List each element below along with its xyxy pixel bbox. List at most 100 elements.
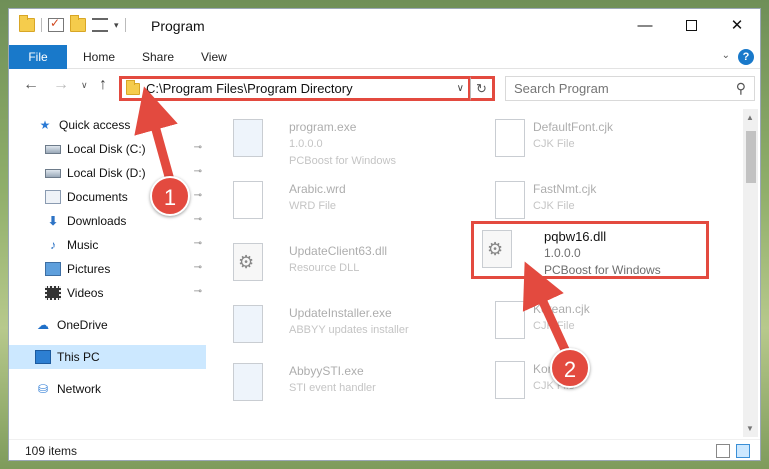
pin-icon[interactable]: ⊸ <box>194 238 202 249</box>
scroll-up-icon[interactable]: ▲ <box>746 113 754 122</box>
pictures-icon <box>45 262 61 276</box>
pin-icon[interactable]: ⊸ <box>194 190 202 201</box>
expand-ribbon-icon[interactable]: ⌄ <box>722 50 730 61</box>
documents-icon <box>45 190 61 204</box>
quick-access-toolbar: ▾ <box>19 15 126 32</box>
file-name: pqbw16.dll <box>544 229 607 244</box>
window-title: Program <box>151 18 205 34</box>
search-input[interactable] <box>514 81 724 96</box>
file-item-program-exe[interactable]: program.exe 1.0.0.0 PCBoost for Windows <box>209 113 449 167</box>
tiles-view-icon[interactable] <box>736 444 750 458</box>
star-icon: ★ <box>39 118 51 132</box>
file-icon <box>495 361 525 399</box>
pin-icon[interactable]: ⊸ <box>194 166 202 177</box>
pin-icon[interactable]: ⊸ <box>194 262 202 273</box>
address-bar[interactable]: C:\Program Files\Program Directory ∨ <box>119 76 471 101</box>
step-1-badge: 1 <box>150 176 190 216</box>
file-item-updateinstaller-exe[interactable]: UpdateInstaller.exe ABBYY updates instal… <box>209 299 449 351</box>
pin-icon[interactable]: ⊸ <box>194 214 202 225</box>
sidebar-item-label: Videos <box>67 286 104 300</box>
dll-file-icon <box>233 243 263 281</box>
onedrive-icon: ☁ <box>37 318 49 332</box>
sidebar-item-label: Local Disk (C:) <box>67 142 146 156</box>
sidebar-item-label: OneDrive <box>57 318 108 332</box>
file-item-korean-cjk-2[interactable]: Korean.cjk CJK File <box>471 355 711 407</box>
file-item-korean-cjk[interactable]: Korean.cjk CJK File <box>471 295 711 347</box>
sidebar-item-label: This PC <box>57 350 100 364</box>
maximize-icon <box>685 19 697 31</box>
sidebar-item-quick-access[interactable]: ★ Quick access <box>9 113 206 137</box>
tab-file[interactable]: File <box>9 45 67 69</box>
file-version: 1.0.0.0 <box>544 246 581 260</box>
scroll-thumb[interactable] <box>746 131 756 183</box>
file-item-fastnmt-cjk[interactable]: FastNmt.cjk CJK File <box>471 175 711 227</box>
exe-file-icon <box>233 119 263 157</box>
dll-file-icon <box>482 230 512 268</box>
sidebar-item-label: Downloads <box>67 214 127 228</box>
file-item-pqbw16-dll[interactable]: pqbw16.dll 1.0.0.0 PCBoost for Windows <box>474 224 714 277</box>
address-dropdown-icon[interactable]: ∨ <box>457 83 464 94</box>
sidebar-item-local-disk-c[interactable]: Local Disk (C:) ⊸ <box>9 137 206 161</box>
exe-file-icon <box>233 363 263 401</box>
status-bar: 109 items <box>9 439 760 460</box>
file-detail: WRD File <box>289 200 337 212</box>
vertical-scrollbar[interactable]: ▲ ▼ <box>743 109 758 437</box>
recent-locations-button[interactable]: ∨ <box>81 80 88 91</box>
file-icon <box>495 301 525 339</box>
tab-share[interactable]: Share <box>142 45 174 69</box>
address-row: ← → ∨ ↑ C:\Program Files\Program Directo… <box>9 71 760 103</box>
search-box[interactable]: ⚲ <box>505 76 755 101</box>
file-detail: PCBoost for Windows <box>289 155 396 167</box>
tab-home[interactable]: Home <box>83 45 115 69</box>
properties-check-icon[interactable] <box>48 16 64 32</box>
refresh-button[interactable]: ↻ <box>470 76 495 101</box>
sidebar-item-music[interactable]: ♪ Music ⊸ <box>9 233 206 257</box>
maximize-button[interactable] <box>668 9 714 41</box>
forward-button[interactable]: → <box>53 76 69 94</box>
file-detail: 1.0.0.0 <box>289 138 323 150</box>
sidebar-item-this-pc[interactable]: This PC <box>9 345 206 369</box>
sidebar-item-label: Quick access <box>59 118 131 132</box>
sidebar-item-pictures[interactable]: Pictures ⊸ <box>9 257 206 281</box>
file-detail: CJK File <box>533 320 575 332</box>
file-item-defaultfont-cjk[interactable]: DefaultFont.cjk CJK File <box>471 113 711 165</box>
qat-dropdown-icon[interactable]: ▾ <box>114 20 119 31</box>
back-button[interactable]: ← <box>23 76 39 94</box>
pin-icon[interactable]: ⊸ <box>194 142 202 153</box>
pin-icon[interactable]: ⊸ <box>194 286 202 297</box>
file-icon <box>495 119 525 157</box>
scroll-down-icon[interactable]: ▼ <box>746 424 754 433</box>
highlighted-file-box: pqbw16.dll 1.0.0.0 PCBoost for Windows <box>471 221 709 279</box>
close-button[interactable]: ✕ <box>714 9 760 41</box>
navigation-pane: ★ Quick access Local Disk (C:) ⊸ Local D… <box>9 109 206 437</box>
file-name: UpdateInstaller.exe <box>289 306 392 320</box>
file-company: PCBoost for Windows <box>544 263 661 277</box>
search-icon[interactable]: ⚲ <box>736 80 746 97</box>
network-icon: ⛁ <box>37 382 49 396</box>
new-folder-icon[interactable] <box>70 15 86 32</box>
details-view-icon[interactable] <box>716 444 730 458</box>
file-name: AbbyySTI.exe <box>289 364 364 378</box>
sidebar-item-network[interactable]: ⛁ Network <box>9 377 206 401</box>
disk-icon <box>45 168 61 178</box>
sidebar-item-label: Music <box>67 238 99 252</box>
file-name: UpdateClient63.dll <box>289 244 388 258</box>
tab-view[interactable]: View <box>201 45 227 69</box>
sidebar-item-label: Documents <box>67 190 128 204</box>
minimize-button[interactable]: — <box>622 9 668 41</box>
file-name: Korean.cjk <box>533 302 590 316</box>
address-path[interactable]: C:\Program Files\Program Directory <box>146 81 457 96</box>
file-name: DefaultFont.cjk <box>533 120 614 134</box>
up-button[interactable]: ↑ <box>99 76 107 94</box>
file-item-arabic-wrd[interactable]: Arabic.wrd WRD File <box>209 175 449 227</box>
file-icon <box>233 181 263 219</box>
folder-icon <box>19 15 35 32</box>
file-detail: Resource DLL <box>289 262 360 274</box>
sidebar-item-videos[interactable]: Videos ⊸ <box>9 281 206 305</box>
file-item-updateclient63-dll[interactable]: UpdateClient63.dll Resource DLL <box>209 237 449 289</box>
sidebar-item-onedrive[interactable]: ☁ OneDrive <box>9 313 206 337</box>
file-name: program.exe <box>289 120 357 134</box>
customize-icon[interactable] <box>92 18 108 32</box>
file-item-abbyysti-exe[interactable]: AbbyySTI.exe STI event handler <box>209 357 449 409</box>
help-icon[interactable]: ? <box>738 49 754 65</box>
